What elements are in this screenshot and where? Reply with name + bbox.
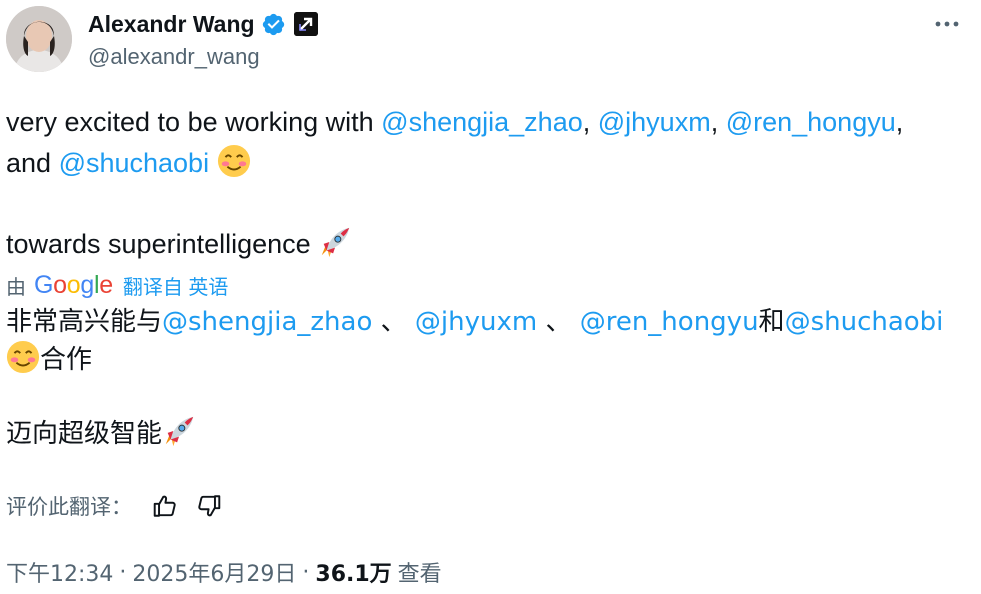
translated-body: 非常高兴能与@shengjia_zhao 、 @jhyuxm 、 @ren_ho… <box>6 304 971 452</box>
views-count: 36.1万 <box>315 562 392 587</box>
display-name[interactable]: Alexandr Wang <box>88 11 255 38</box>
tweet-line-1: very excited to be working with @shengji… <box>6 102 971 143</box>
thumbs-up-icon[interactable] <box>152 493 178 519</box>
translated-text-segment: 合作 <box>40 345 93 375</box>
tweet-line-3: towards superintelligence <box>6 224 971 265</box>
meta-separator: · <box>119 559 127 585</box>
mention-link[interactable]: @ren_hongyu <box>726 107 896 137</box>
translated-line-3: 迈向超级智能 <box>6 414 971 452</box>
mention-link[interactable]: @ren_hongyu <box>580 307 759 337</box>
views-label: 查看 <box>397 562 442 587</box>
translated-text-segment: 非常高兴能与 <box>6 307 163 337</box>
thumbs-down-icon[interactable] <box>196 493 222 519</box>
mention-link[interactable]: @jhyuxm <box>415 307 537 337</box>
translated-by-label: 由 <box>6 276 26 299</box>
tweet-text-separator: , <box>582 107 598 137</box>
tweet-text-segment: and <box>6 148 59 178</box>
translation-attribution: 由 Google 翻译自 英语 <box>6 270 228 300</box>
avatar[interactable] <box>6 6 72 72</box>
smiling-face-emoji-icon <box>6 340 40 374</box>
smiling-face-emoji-icon <box>217 144 250 178</box>
translated-text-segment: 迈向超级智能 <box>6 419 163 449</box>
mention-link[interactable]: @shuchaobi <box>59 148 210 178</box>
tweet-text-separator: , <box>710 107 726 137</box>
mention-link[interactable]: @shengjia_zhao <box>162 307 372 337</box>
mention-link[interactable]: @shengjia_zhao <box>381 107 583 137</box>
more-options-icon[interactable] <box>932 14 962 34</box>
translation-source-link[interactable]: 翻译自 英语 <box>123 271 229 300</box>
author-info: Alexandr Wang @alexandr_wang <box>88 9 318 70</box>
tweet-time[interactable]: 下午12:34 <box>6 556 113 588</box>
tweet-line-2: and @shuchaobi <box>6 143 971 184</box>
org-badge-icon[interactable] <box>293 12 318 36</box>
rate-translation: 评价此翻译： <box>6 488 222 524</box>
translated-text-separator: 、 <box>537 307 580 337</box>
translated-line-2: 合作 <box>6 340 971 378</box>
name-row: Alexandr Wang <box>88 9 318 39</box>
tweet-body: very excited to be working with @shengji… <box>6 102 971 265</box>
meta-separator: · <box>302 559 310 585</box>
google-logo: Google <box>34 270 113 299</box>
mention-link[interactable]: @shuchaobi <box>785 307 944 337</box>
tweet-text-segment: very excited to be working with <box>6 107 382 137</box>
tweet-meta: 下午12:34 · 2025年6月29日 · 36.1万 查看 <box>6 556 442 588</box>
tweet-date[interactable]: 2025年6月29日 <box>132 556 296 588</box>
handle[interactable]: @alexandr_wang <box>88 44 318 70</box>
tweet-text-segment: towards superintelligence <box>6 229 319 259</box>
rate-translation-label: 评价此翻译： <box>6 495 132 519</box>
verified-badge-icon[interactable] <box>261 12 286 37</box>
avatar-image <box>6 6 72 72</box>
translated-text-separator: 、 <box>372 307 415 337</box>
tweet-header: Alexandr Wang @alexandr_wang <box>6 6 966 76</box>
translated-text-join: 和 <box>758 307 785 337</box>
mention-link[interactable]: @jhyuxm <box>598 107 711 137</box>
tweet-text-separator: , <box>895 107 904 137</box>
rocket-emoji-icon <box>321 227 350 258</box>
rocket-emoji-icon <box>165 416 194 447</box>
translated-line-1: 非常高兴能与@shengjia_zhao 、 @jhyuxm 、 @ren_ho… <box>6 304 971 340</box>
